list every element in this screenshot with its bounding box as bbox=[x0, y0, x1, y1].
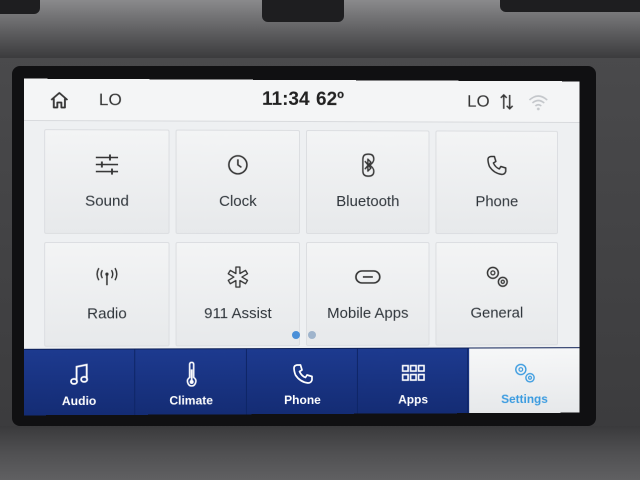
page-dot-active[interactable] bbox=[291, 331, 301, 340]
nav-label: Phone bbox=[284, 392, 321, 408]
air-vent-center bbox=[262, 0, 344, 22]
tile-label: Phone bbox=[475, 193, 519, 211]
settings-grid: Sound Clock Bluetooth Phone Radio 911 As… bbox=[42, 129, 562, 353]
tile-clock[interactable]: Clock bbox=[175, 129, 301, 234]
asterisk-icon bbox=[224, 263, 252, 291]
clock-icon bbox=[224, 151, 252, 179]
tile-mobile-apps[interactable]: Mobile Apps bbox=[305, 242, 430, 346]
nav-label: Apps bbox=[398, 392, 429, 407]
nav-settings[interactable]: Settings bbox=[469, 348, 580, 415]
nav-audio[interactable]: Audio bbox=[23, 349, 136, 416]
left-climate-setting[interactable]: LO bbox=[99, 90, 122, 110]
clock-time: 11:34 bbox=[261, 88, 310, 111]
thermometer-icon bbox=[178, 361, 204, 387]
gears-icon bbox=[512, 360, 538, 386]
outside-temperature: 62º bbox=[315, 89, 345, 111]
home-icon[interactable] bbox=[48, 90, 70, 110]
tile-sound[interactable]: Sound bbox=[44, 129, 170, 234]
page-dot[interactable] bbox=[307, 330, 316, 339]
nav-climate[interactable]: Climate bbox=[136, 349, 247, 416]
tile-general[interactable]: General bbox=[435, 242, 559, 346]
sliders-icon bbox=[93, 150, 121, 178]
phone-icon bbox=[289, 361, 315, 387]
tile-label: Mobile Apps bbox=[327, 304, 409, 322]
bluetooth-icon bbox=[354, 151, 382, 179]
sort-arrows-icon bbox=[499, 92, 515, 112]
music-note-icon bbox=[66, 362, 92, 388]
infotainment-screen: LO 11:34 62º LO Sound Clock Bluetooth Ph… bbox=[23, 78, 580, 416]
tile-911-assist[interactable]: 911 Assist bbox=[175, 241, 301, 347]
tile-radio[interactable]: Radio bbox=[44, 241, 170, 347]
nav-apps[interactable]: Apps bbox=[358, 348, 469, 415]
tile-label: Radio bbox=[87, 305, 127, 323]
air-vent-right bbox=[500, 0, 640, 12]
tile-label: Sound bbox=[85, 192, 129, 210]
bottom-nav: Audio Climate Phone Apps Settings bbox=[23, 347, 580, 416]
tile-label: General bbox=[470, 304, 524, 322]
tile-label: Bluetooth bbox=[336, 193, 400, 211]
tile-bluetooth[interactable]: Bluetooth bbox=[305, 130, 430, 235]
wifi-icon bbox=[527, 93, 549, 111]
tile-phone[interactable]: Phone bbox=[435, 130, 559, 235]
radio-antenna-icon bbox=[93, 263, 121, 291]
dashboard-top-trim bbox=[0, 0, 640, 58]
gears-icon bbox=[483, 263, 511, 291]
link-icon bbox=[354, 263, 382, 291]
tile-label: 911 Assist bbox=[204, 305, 272, 323]
status-bar: LO 11:34 62º LO bbox=[23, 78, 580, 124]
nav-label: Climate bbox=[169, 393, 213, 408]
air-vent bbox=[0, 0, 40, 14]
tile-label: Clock bbox=[219, 192, 257, 210]
nav-phone[interactable]: Phone bbox=[247, 348, 358, 416]
phone-icon bbox=[483, 151, 511, 179]
apps-grid-icon bbox=[400, 361, 426, 387]
right-climate-setting[interactable]: LO bbox=[467, 92, 489, 112]
nav-label: Settings bbox=[501, 391, 548, 407]
dashboard-lower-trim bbox=[0, 426, 640, 480]
nav-label: Audio bbox=[61, 393, 97, 409]
